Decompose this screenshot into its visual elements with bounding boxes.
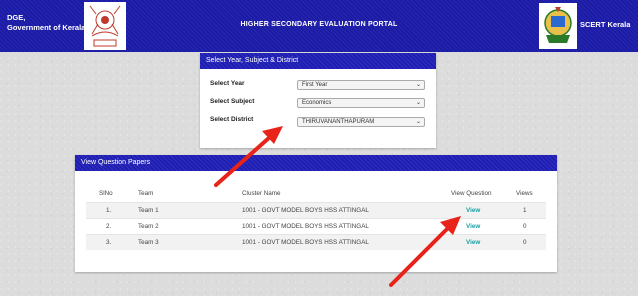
year-select[interactable]: First Year ⌄: [297, 80, 425, 90]
row-views: 0: [523, 223, 527, 230]
selection-panel: Select Year, Subject & District Select Y…: [200, 53, 436, 148]
subject-label: Select Subject: [210, 98, 255, 105]
column-header-views: Views: [516, 190, 533, 197]
district-label: Select District: [210, 116, 254, 123]
subject-select[interactable]: Economics ⌄: [297, 98, 425, 108]
question-papers-heading: View Question Papers: [75, 155, 557, 171]
table-row: 1. Team 1 1001 - GOVT MODEL BOYS HSS ATT…: [86, 202, 546, 218]
row-team: Team 1: [138, 207, 159, 214]
table-row: 2. Team 2 1001 - GOVT MODEL BOYS HSS ATT…: [86, 218, 546, 234]
row-team: Team 2: [138, 223, 159, 230]
row-cluster: 1001 - GOVT MODEL BOYS HSS ATTINGAL: [242, 223, 369, 230]
district-select-value: THIRUVANANTHAPURAM: [302, 119, 375, 125]
scert-logo-icon: [539, 3, 577, 49]
table-row: 3. Team 3 1001 - GOVT MODEL BOYS HSS ATT…: [86, 234, 546, 250]
question-papers-panel: View Question Papers SlNo Team Cluster N…: [75, 155, 557, 272]
row-slno: 3.: [106, 239, 112, 246]
year-label: Select Year: [210, 80, 245, 87]
district-select[interactable]: THIRUVANANTHAPURAM ⌄: [297, 117, 425, 127]
row-slno: 1.: [106, 207, 112, 214]
column-header-cluster: Cluster Name: [242, 190, 281, 197]
column-header-team: Team: [138, 190, 154, 197]
column-header-view-question: View Question: [451, 190, 492, 197]
portal-header: DGE, Government of Kerala HIGHER SECONDA…: [0, 0, 638, 52]
view-question-link[interactable]: View: [466, 239, 480, 246]
row-views: 0: [523, 239, 527, 246]
row-cluster: 1001 - GOVT MODEL BOYS HSS ATTINGAL: [242, 207, 369, 214]
scert-label: SCERT Kerala: [580, 20, 631, 29]
row-views: 1: [523, 207, 527, 214]
subject-select-value: Economics: [302, 100, 332, 106]
selection-panel-heading: Select Year, Subject & District: [200, 53, 436, 69]
chevron-down-icon: ⌄: [415, 119, 421, 125]
view-question-link[interactable]: View: [466, 207, 480, 214]
chevron-down-icon: ⌄: [415, 100, 421, 106]
row-team: Team 3: [138, 239, 159, 246]
row-cluster: 1001 - GOVT MODEL BOYS HSS ATTINGAL: [242, 239, 369, 246]
chevron-down-icon: ⌄: [415, 82, 421, 88]
row-slno: 2.: [106, 223, 112, 230]
column-header-slno: SlNo: [99, 190, 113, 197]
year-select-value: First Year: [302, 82, 328, 88]
view-question-link[interactable]: View: [466, 223, 480, 230]
